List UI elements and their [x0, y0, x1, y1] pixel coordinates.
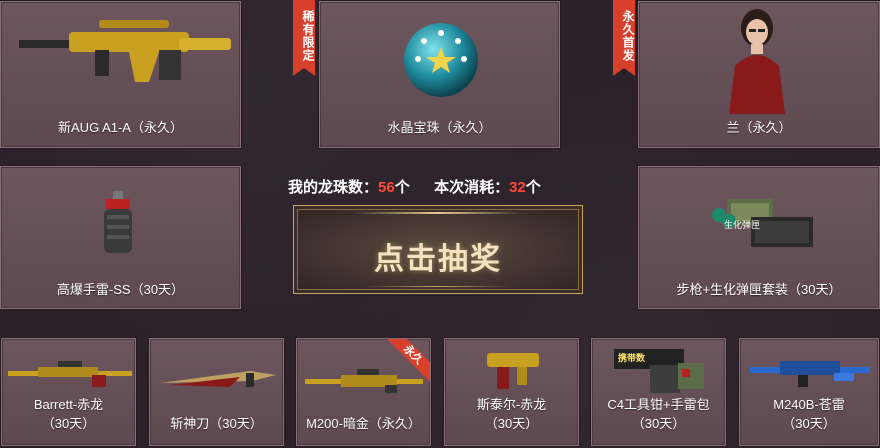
aug-rifle-image: [19, 20, 231, 82]
prize-name: 兰（永久）: [726, 120, 792, 135]
dragon-ball-stats: 我的龙珠数：56个 本次消耗：32个: [288, 176, 598, 197]
prize-name: M240B-苍雷: [773, 397, 845, 412]
prize-card-aug[interactable]: 新AUG A1-A（永久）: [0, 1, 241, 148]
prize-name: C4工具钳+手雷包: [607, 397, 710, 412]
prize-name: 高爆手雷-SS（30天）: [56, 282, 185, 297]
prize-name: Barrett-赤龙: [33, 397, 104, 412]
prize-card-steyr[interactable]: 斯泰尔-赤龙 （30天）: [444, 338, 579, 446]
prize-name: 斩神刀（30天）: [170, 416, 263, 431]
button-glow-bottom: [364, 286, 512, 287]
prize-card-m240b[interactable]: M240B-苍雷 （30天）: [739, 338, 879, 446]
prize-name: 新AUG A1-A（永久）: [58, 120, 183, 135]
prize-card-c4-toolkit[interactable]: 携带数 C4工具钳+手雷包 （30天）: [591, 338, 726, 446]
prize-name: 步枪+生化弹匣套装（30天）: [676, 282, 842, 297]
grenade-image: [104, 191, 132, 253]
prize-duration: （30天）: [782, 416, 836, 431]
prize-card-lan[interactable]: 兰（永久）: [638, 1, 880, 148]
crystal-orb-image: [404, 23, 478, 97]
badge-text: 永久首发: [621, 10, 635, 62]
prize-card-grenade[interactable]: 高爆手雷-SS（30天）: [0, 166, 241, 309]
badge-text: 永久: [386, 339, 430, 383]
badge-rare-limited: 稀有限定: [293, 0, 315, 76]
badge-permanent: 永久: [386, 339, 430, 383]
badge-text: 稀有限定: [301, 10, 315, 62]
prize-card-blade[interactable]: 斩神刀（30天）: [149, 338, 284, 446]
prize-name: M200-暗金（永久）: [306, 416, 421, 431]
steyr-gun-image: [487, 353, 539, 389]
c4-caption: 携带数: [618, 353, 646, 363]
prize-card-rifle-magazine-set[interactable]: 生化弹匣 步枪+生化弹匣套装（30天）: [638, 166, 880, 309]
owned-unit: 个: [394, 179, 410, 196]
barrett-rifle-image: [8, 361, 132, 387]
lan-character-image: [729, 9, 785, 114]
draw-button[interactable]: 点击抽奖: [293, 205, 583, 294]
button-glow-top: [354, 212, 522, 214]
owned-label: 我的龙珠数：: [288, 179, 379, 196]
magazine-caption: 生化弹匣: [724, 220, 761, 230]
prize-duration: （30天）: [41, 416, 96, 431]
prize-duration: （30天）: [631, 416, 686, 431]
cost-label: 本次消耗：: [434, 179, 510, 196]
prize-card-barrett[interactable]: Barrett-赤龙 （30天）: [1, 338, 136, 446]
prize-card-crystal-orb[interactable]: 水晶宝珠（永久）: [319, 1, 560, 148]
prize-duration: （30天）: [484, 416, 539, 431]
prize-name: 水晶宝珠（永久）: [387, 120, 492, 135]
cost-unit: 个: [525, 179, 541, 196]
owned-value: 56: [378, 179, 395, 196]
prize-card-m200[interactable]: 永久 M200-暗金（永久）: [296, 338, 431, 446]
m240b-gun-image: [750, 361, 870, 387]
prize-name: 斯泰尔-赤龙: [476, 397, 547, 412]
cost-value: 32: [509, 179, 526, 196]
badge-permanent-first: 永久首发: [613, 0, 635, 76]
draw-button-label: 点击抽奖: [374, 243, 502, 276]
blade-image: [160, 371, 276, 387]
